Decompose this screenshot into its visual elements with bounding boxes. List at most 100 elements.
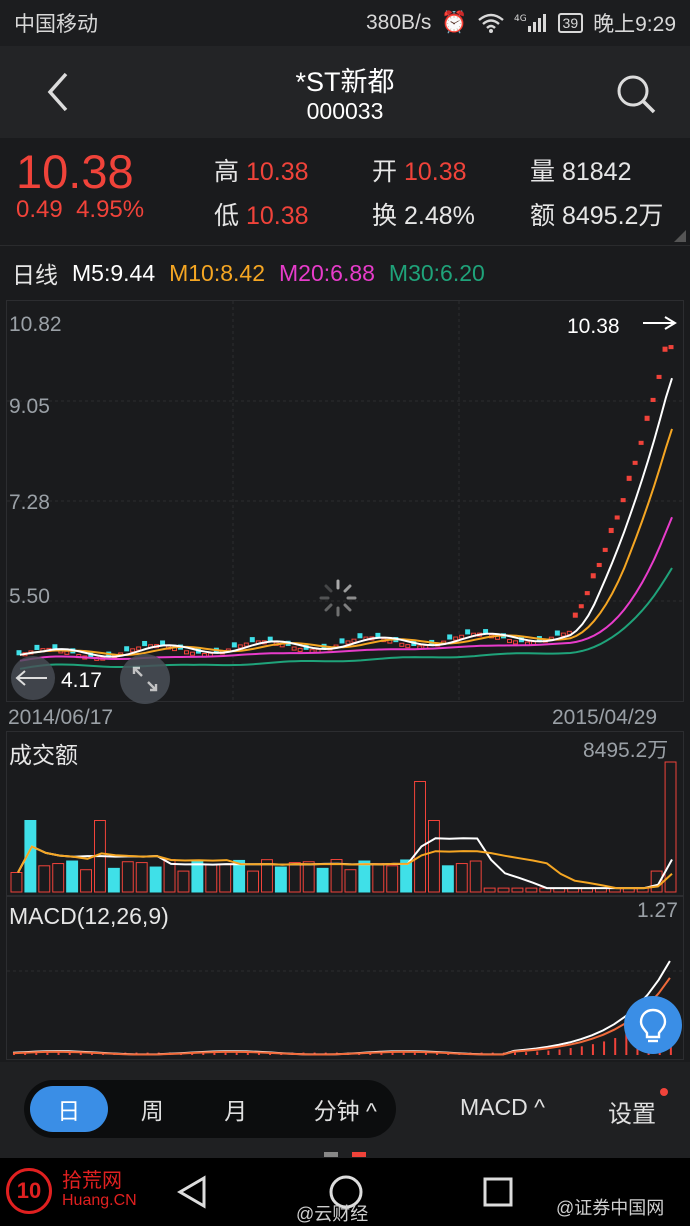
- low-value: 10.38: [245, 202, 309, 230]
- kline-plot[interactable]: 10.38 4.17: [7, 301, 685, 703]
- back-nav-icon[interactable]: [176, 1174, 208, 1210]
- ma20-label: M20:6.88: [279, 259, 375, 286]
- weibo-watermark-2: @证券中国网: [556, 1198, 665, 1218]
- volume-bar: [38, 865, 51, 893]
- volume-bar: [177, 870, 190, 893]
- quote-panel[interactable]: 10.38 0.49 4.95% 高 10.38 低 10.38 开 10.38…: [0, 138, 690, 246]
- site-logo: 10: [6, 1168, 52, 1214]
- volume-bar: [316, 867, 329, 893]
- candle: [465, 629, 471, 635]
- expand-corner-icon[interactable]: [674, 230, 686, 242]
- macd-bars: [13, 1003, 672, 1055]
- ma30-label: M30:6.20: [388, 259, 485, 286]
- candle: [345, 640, 351, 645]
- tab-day[interactable]: 日: [30, 1086, 108, 1132]
- low-cell: 低 10.38: [214, 202, 309, 230]
- candle: [136, 646, 142, 651]
- high-value: 10.38: [245, 158, 309, 186]
- volume-bar: [135, 862, 148, 893]
- change-percent: 4.95%: [76, 196, 145, 223]
- candle: [596, 562, 602, 568]
- kline-chart[interactable]: 10.38 4.17 10.82 9.05 7.28 5.50: [6, 300, 685, 703]
- candle: [399, 642, 405, 647]
- candle: [52, 644, 58, 650]
- macd-dif-line: [12, 960, 671, 1056]
- settings-button[interactable]: 设置: [608, 1094, 656, 1129]
- volume-bar: [52, 863, 65, 893]
- volume-bar: [414, 781, 427, 893]
- start-date: 2014/06/17: [8, 706, 114, 729]
- macd-bar: [413, 1052, 416, 1055]
- macd-chart[interactable]: MACD(12,26,9) 1.27: [6, 896, 685, 1060]
- candle: [572, 612, 578, 618]
- candle: [34, 644, 40, 650]
- volume-bar: [386, 865, 399, 893]
- lightbulb-icon[interactable]: [624, 996, 682, 1054]
- candle: [632, 460, 638, 465]
- candle: [584, 591, 590, 596]
- volume-chart[interactable]: 成交额 8495.2万: [6, 731, 684, 896]
- ma-legend: 日线 M5:9.44 M10:8.42 M20:6.88 M30:6.20: [0, 250, 690, 296]
- change-value: 0.49: [16, 196, 63, 223]
- candle: [650, 397, 656, 402]
- volume-bar: [247, 870, 259, 893]
- candle: [668, 345, 674, 350]
- battery-icon: 39: [557, 13, 584, 33]
- macd-title: MACD(12,26,9): [9, 903, 169, 929]
- volume-bar: [469, 860, 482, 893]
- macd-bar: [536, 1051, 539, 1055]
- title-bar: *ST新都 000033: [0, 46, 690, 138]
- loading-spinner-icon: [319, 579, 357, 617]
- page-dot-inactive: [324, 1152, 338, 1157]
- fullscreen-icon[interactable]: [120, 654, 170, 704]
- recents-nav-icon[interactable]: [482, 1176, 514, 1208]
- volume-bar: [205, 864, 218, 893]
- tab-week[interactable]: 周: [114, 1086, 192, 1132]
- candle: [189, 651, 195, 656]
- candle: [351, 638, 357, 643]
- macd-bar: [558, 1049, 561, 1055]
- signal-icon: 4G: [514, 12, 548, 34]
- volume-bar: [455, 863, 468, 893]
- macd-bar: [580, 1046, 583, 1055]
- candle: [626, 475, 632, 481]
- wifi-icon: [477, 13, 504, 33]
- candle: [453, 636, 459, 641]
- candle: [590, 573, 596, 579]
- volume-bar: [302, 861, 315, 893]
- candle: [297, 647, 303, 652]
- period-label[interactable]: 日线: [12, 256, 58, 290]
- candle: [578, 604, 584, 609]
- candle: [608, 527, 614, 534]
- candle: [249, 637, 255, 643]
- macd-bar: [614, 1038, 617, 1055]
- y-label-4: 5.50: [9, 585, 50, 608]
- candle: [130, 648, 136, 653]
- candle: [638, 440, 644, 445]
- candle: [142, 640, 148, 647]
- status-bar: 中国移动 380B/s ⏰ 4G 39 晚上9:29: [0, 0, 690, 46]
- volume-bar: [274, 866, 287, 893]
- network-type: 4G: [514, 14, 527, 24]
- macd-bar: [525, 1052, 528, 1055]
- price-change: 0.49 4.95%: [16, 196, 144, 224]
- candle: [614, 515, 620, 520]
- candle: [459, 634, 465, 639]
- volume-max: 8495.2万: [583, 739, 669, 762]
- volume-bar: [664, 761, 677, 893]
- tab-month[interactable]: 月: [197, 1086, 275, 1132]
- indicator-selector[interactable]: MACD ^: [460, 1094, 545, 1121]
- candle: [512, 640, 518, 645]
- volume-bars: [10, 761, 677, 893]
- volume-bar: [121, 861, 134, 893]
- tab-minute[interactable]: 分钟 ^: [295, 1086, 396, 1132]
- system-nav-bar: 10 拾荒网 Huang.CN @云财经 @证券中国网: [0, 1152, 690, 1226]
- last-price-label: 10.38: [567, 315, 620, 338]
- site-domain-watermark: Huang.CN: [62, 1192, 137, 1209]
- volume-bar: [107, 867, 120, 893]
- volume-bar: [66, 860, 79, 893]
- search-icon[interactable]: [614, 72, 658, 116]
- candle: [644, 415, 650, 421]
- notification-dot: [660, 1088, 668, 1096]
- volume-bar: [344, 869, 357, 893]
